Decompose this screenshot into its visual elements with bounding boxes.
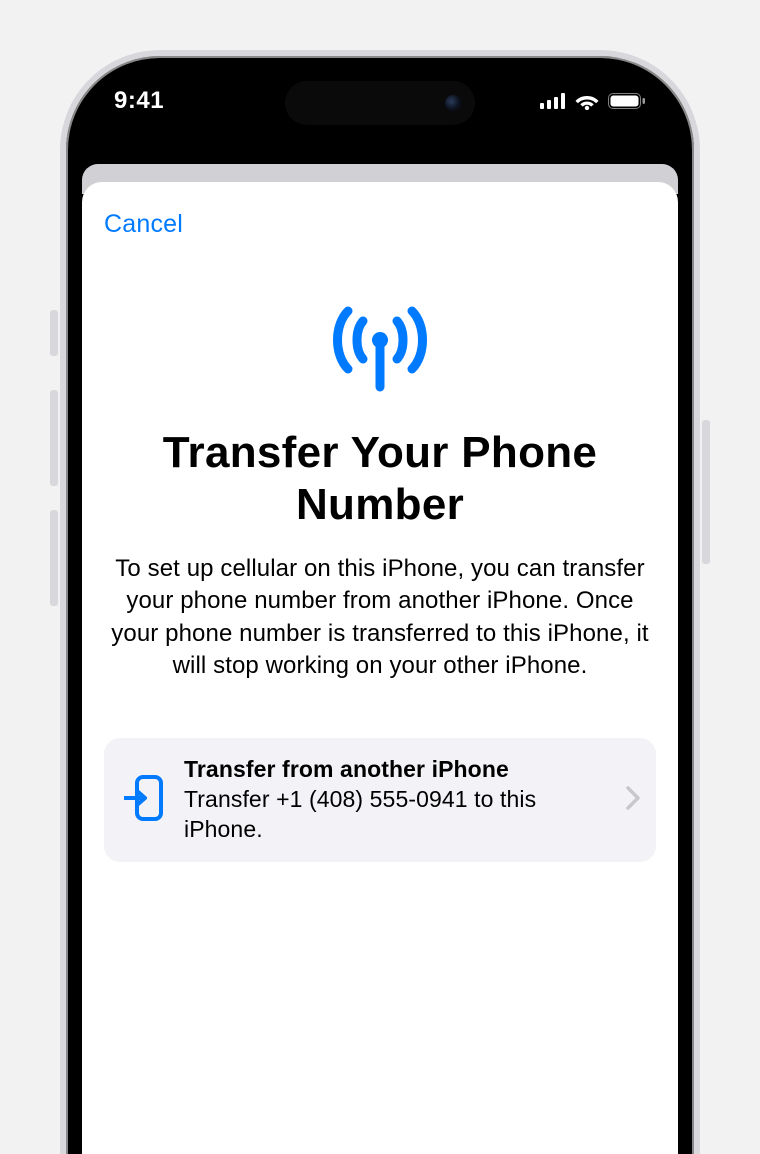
front-camera-icon — [445, 95, 461, 111]
cellular-antenna-icon — [104, 303, 656, 393]
transfer-option-cell[interactable]: Transfer from another iPhone Transfer +1… — [104, 738, 656, 862]
cellular-signal-icon — [540, 93, 566, 109]
chevron-right-icon — [626, 786, 640, 815]
battery-icon — [608, 93, 646, 109]
transfer-option-title: Transfer from another iPhone — [184, 756, 606, 783]
phone-side-button — [50, 310, 58, 356]
phone-power-button — [702, 420, 710, 564]
page-subtitle: To set up cellular on this iPhone, you c… — [104, 553, 656, 683]
phone-frame: 9:41 — [60, 50, 700, 1154]
page-title: Transfer Your Phone Number — [104, 427, 656, 531]
status-time: 9:41 — [114, 87, 164, 115]
dynamic-island — [285, 81, 475, 125]
phone-volume-up-button — [50, 390, 58, 486]
transfer-option-subtitle: Transfer +1 (408) 555-0941 to this iPhon… — [184, 785, 606, 844]
stage: 9:41 — [0, 0, 760, 1154]
transfer-option-body: Transfer from another iPhone Transfer +1… — [184, 756, 606, 844]
phone-volume-down-button — [50, 510, 58, 606]
status-indicators — [540, 93, 646, 110]
wifi-icon — [575, 93, 599, 110]
cancel-button[interactable]: Cancel — [104, 206, 183, 243]
transfer-in-icon — [124, 774, 164, 827]
modal-sheet: Cancel Transfer Your Phone Number — [82, 182, 678, 1154]
